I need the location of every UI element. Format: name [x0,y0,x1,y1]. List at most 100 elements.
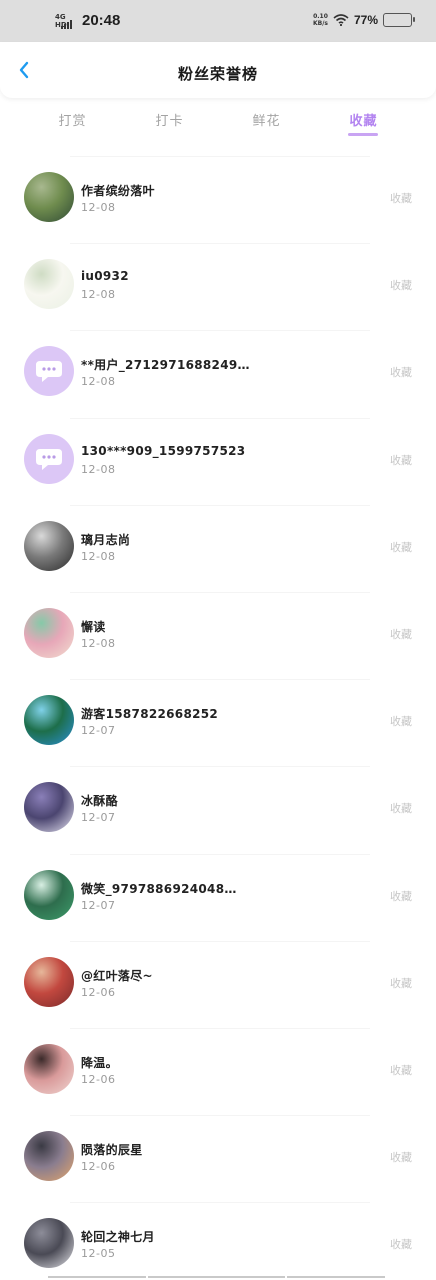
fan-date: 12-06 [81,1072,116,1086]
list-item[interactable]: 游客1587822668252 12-07 收藏 [0,679,436,766]
fan-date: 12-08 [81,636,116,650]
fan-name: 轮回之神七月 [81,1230,155,1245]
fan-date: 12-08 [81,288,116,302]
tab-1[interactable]: 打卡 [121,98,218,146]
network-speed: 0.10 KB/s [313,13,328,27]
row-divider [70,330,370,332]
bottom-indicator [48,1276,385,1278]
status-left: 4G HD 20:48 [55,12,120,29]
list-item[interactable]: 轮回之神七月 12-05 收藏 [0,1202,436,1280]
fan-name: @红叶落尽~ [81,968,153,983]
avatar[interactable] [24,346,74,397]
fan-name: 降温。 [81,1055,118,1070]
fan-name: **用户_2712971688249… [81,358,250,373]
list-item[interactable]: iu0932 12-08 收藏 [0,243,436,330]
fan-date: 12-07 [81,724,116,738]
avatar[interactable] [24,695,74,746]
fan-list: 作者缤纷落叶 12-08 收藏 iu0932 12-08 收藏 **用户_271297168… [0,156,436,1280]
battery-icon [383,13,415,27]
avatar[interactable] [24,1218,74,1269]
avatar[interactable] [24,259,74,310]
tab-0[interactable]: 打赏 [24,98,121,146]
row-divider [70,853,370,855]
fan-name: 作者缤纷落叶 [81,184,155,198]
action-label: 收藏 [390,192,412,205]
app-header: 粉丝荣誉榜 [0,42,436,98]
wifi-icon [333,14,349,26]
avatar[interactable] [24,607,74,658]
signal-icon [61,19,72,29]
list-item[interactable]: 130***909_1599757523 12-08 收藏 [0,417,436,505]
network-speed-unit: KB/s [312,20,328,27]
fan-name: 微笑_9797886924048… [81,881,237,896]
row-divider [70,1027,370,1029]
action-label: 收藏 [390,1151,412,1165]
row-divider [70,766,370,768]
action-label: 收藏 [390,802,412,816]
avatar[interactable] [24,172,74,222]
status-right: 0.10 KB/s 77% [313,13,415,27]
action-label: 收藏 [390,1063,412,1077]
row-divider [70,1115,370,1117]
page-title: 粉丝荣誉榜 [177,65,258,83]
fan-name: 冰酥酪 [81,794,118,809]
tab-2[interactable]: 鲜花 [218,98,315,146]
avatar[interactable] [24,869,74,920]
row-divider [70,243,370,245]
list-item[interactable]: 冰酥酪 12-07 收藏 [0,766,436,853]
row-divider [70,679,370,681]
fan-date: 12-08 [81,201,116,214]
list-item[interactable]: 降温。 12-06 收藏 [0,1027,436,1115]
fan-date: 12-05 [81,1247,116,1261]
action-label: 收藏 [390,279,412,293]
row-divider [70,417,370,419]
fan-name: 陨落的辰星 [81,1143,143,1158]
list-item[interactable]: 微笑_9797886924048… 12-07 收藏 [0,853,436,941]
action-label: 收藏 [390,1238,412,1252]
row-divider [70,1202,370,1204]
fan-name: iu0932 [81,269,129,284]
row-divider [70,504,370,506]
tab-bar: 打赏 打卡 鲜花 收藏 [0,98,436,146]
action-label: 收藏 [390,366,412,380]
fan-date: 12-07 [81,898,116,912]
list-item[interactable]: 懈读 12-08 收藏 [0,591,436,679]
row-divider [70,591,370,593]
list-item[interactable]: 陨落的辰星 12-06 收藏 [0,1115,436,1202]
network-speed-value: 0.10 [313,13,328,20]
clock: 20:48 [82,12,121,29]
fan-date: 12-07 [81,811,116,825]
avatar[interactable] [24,1043,74,1094]
avatar[interactable] [24,782,74,833]
status-bar: 4G HD 20:48 0.10 KB/s 77% [0,0,436,42]
fan-date: 12-06 [81,1160,116,1174]
list-item[interactable]: 璃月志尚 12-08 收藏 [0,504,436,592]
row-divider [70,156,370,157]
list-item[interactable]: @红叶落尽~ 12-06 收藏 [0,940,436,1028]
row-divider [70,940,370,942]
avatar[interactable] [24,1131,74,1182]
action-label: 收藏 [390,540,412,554]
avatar[interactable] [24,433,74,484]
list-item[interactable]: **用户_2712971688249… 12-08 收藏 [0,330,436,417]
fan-date: 12-08 [81,462,116,476]
fan-name: 游客1587822668252 [81,707,219,722]
avatar[interactable] [24,520,74,571]
action-label: 收藏 [390,627,412,641]
action-label: 收藏 [390,889,412,903]
fan-date: 12-08 [81,375,116,389]
tab-3[interactable]: 收藏 [315,98,412,146]
list-item[interactable]: 作者缤纷落叶 12-08 收藏 [0,156,436,243]
chat-bubble-icon [36,361,62,383]
fan-name: 懈读 [81,619,106,634]
fan-name: 130***909_1599757523 [81,443,246,458]
fan-name: 璃月志尚 [81,532,131,547]
battery-percent: 77% [353,13,378,27]
action-label: 收藏 [390,453,412,467]
action-label: 收藏 [390,715,412,729]
action-label: 收藏 [390,976,412,990]
fan-date: 12-08 [81,549,116,563]
fan-date: 12-06 [81,985,116,999]
avatar[interactable] [24,956,74,1007]
chat-bubble-icon [36,448,62,470]
